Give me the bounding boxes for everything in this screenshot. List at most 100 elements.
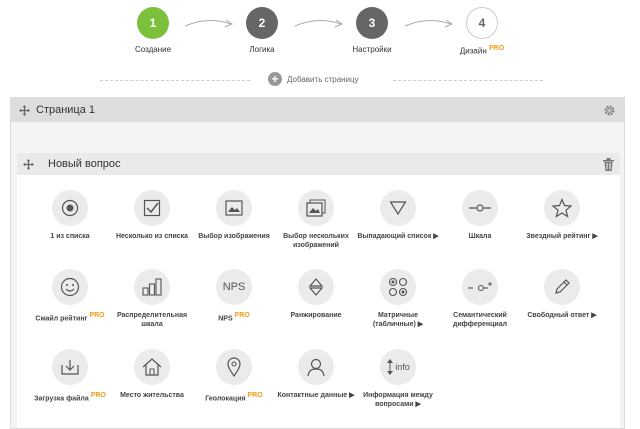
type-label: Матричные (табличные) ▶: [372, 312, 424, 328]
type-label: Выпадающий список ▶: [357, 233, 439, 240]
divider: [100, 80, 250, 81]
type-label: Семантический дифференциал: [452, 312, 508, 328]
pro-badge: PRO: [234, 312, 250, 319]
radio-icon: [61, 199, 79, 217]
bars-icon: [142, 278, 162, 296]
ranking-icon-wrap: [298, 269, 334, 305]
add-page-label: Добавить страницу: [287, 74, 359, 84]
type-residence[interactable]: Место жительства: [111, 349, 193, 400]
question-block: Новый вопрос 1 из списка Несколько из сп…: [17, 153, 620, 428]
pencil-icon: [555, 279, 570, 294]
home-icon-wrap: [134, 349, 170, 385]
type-label: Выбор изображения: [198, 233, 270, 240]
person-icon: [307, 358, 325, 377]
move-icon[interactable]: [19, 104, 30, 116]
type-label: 1 из списка: [50, 233, 90, 240]
bars-icon-wrap: [134, 269, 170, 305]
pro-badge: PRO: [247, 392, 263, 399]
upload-icon: [61, 360, 79, 375]
semantic-icon-wrap: [462, 269, 498, 305]
star-icon-wrap: [544, 190, 580, 226]
type-label: Распределительная шкала: [116, 312, 188, 328]
type-label: Свободный ответ ▶: [527, 312, 597, 319]
question-header: Новый вопрос: [17, 153, 620, 175]
images-icon: [306, 199, 326, 217]
divider: [393, 80, 543, 81]
step-design[interactable]: 4 Дизайн PRO: [432, 7, 532, 56]
trash-icon[interactable]: [603, 157, 614, 171]
matrix-icon-wrap: [380, 269, 416, 305]
type-star-rating[interactable]: Звездный рейтинг ▶: [521, 190, 603, 241]
step-number: 4: [466, 7, 498, 39]
person-icon-wrap: [298, 349, 334, 385]
type-label: Загрузка файла PRO: [34, 392, 106, 403]
pencil-icon-wrap: [544, 269, 580, 305]
plus-icon: +: [268, 72, 282, 86]
slider-icon: [469, 204, 491, 212]
type-label: Выбор нескольких изображений: [283, 233, 349, 249]
info-icon-text: info: [395, 362, 410, 372]
semantic-icon: [468, 282, 492, 292]
type-semantic-differential[interactable]: Семантический дифференциал: [439, 269, 521, 329]
type-image-choice[interactable]: Выбор изображения: [193, 190, 275, 241]
page-header: Страница 1: [11, 98, 624, 122]
checkbox-icon: [143, 199, 161, 217]
type-dropdown[interactable]: Выпадающий список ▶: [357, 190, 439, 241]
step-label: Дизайн PRO: [459, 45, 505, 56]
smiley-icon-wrap: [52, 269, 88, 305]
type-free-answer[interactable]: Свободный ответ ▶: [521, 269, 603, 320]
type-nps[interactable]: NPS NPS PRO: [193, 269, 275, 323]
type-single-choice[interactable]: 1 из списка: [29, 190, 111, 241]
ranking-icon: [308, 278, 324, 296]
step-label: Создание: [134, 45, 172, 54]
dropdown-icon-wrap: [380, 190, 416, 226]
add-page-button[interactable]: + Добавить страницу: [268, 72, 359, 86]
upload-icon-wrap: [52, 349, 88, 385]
type-multi-choice[interactable]: Несколько из списка: [111, 190, 193, 241]
add-page-row: + Добавить страницу: [0, 71, 640, 91]
type-file-upload[interactable]: Загрузка файла PRO: [29, 349, 111, 403]
type-scale[interactable]: Шкала: [439, 190, 521, 241]
type-contact-data[interactable]: Контактные данные ▶: [275, 349, 357, 400]
info-icon: info: [380, 349, 416, 385]
type-label: Несколько из списка: [115, 233, 189, 240]
type-info-between[interactable]: info Информация между вопросами ▶: [357, 349, 439, 409]
type-label: NPS PRO: [218, 312, 250, 323]
image-icon: [225, 200, 243, 216]
question-title: Новый вопрос: [48, 158, 121, 170]
type-smiley-rating[interactable]: Смайл рейтинг PRO: [29, 269, 111, 323]
pro-badge: PRO: [89, 312, 105, 319]
step-number: 3: [356, 7, 388, 39]
type-label: Шкала: [468, 233, 492, 240]
matrix-icon: [388, 277, 408, 297]
gear-icon[interactable]: [603, 104, 616, 117]
location-icon-wrap: [216, 349, 252, 385]
type-multi-image-choice[interactable]: Выбор нескольких изображений: [275, 190, 357, 250]
nps-icon: NPS: [216, 269, 252, 305]
pro-badge: PRO: [488, 45, 505, 52]
type-matrix[interactable]: Матричные (табличные) ▶: [357, 269, 439, 329]
move-icon[interactable]: [23, 158, 34, 170]
radio-icon-wrap: [52, 190, 88, 226]
slider-icon-wrap: [462, 190, 498, 226]
nps-icon-text: NPS: [222, 281, 246, 293]
checkbox-icon-wrap: [134, 190, 170, 226]
wizard-steps: 1 Создание 2 Логика 3 Настройки 4 Дизайн…: [0, 0, 640, 70]
type-label: Геолокация PRO: [205, 392, 263, 403]
step-number: 2: [246, 7, 278, 39]
step-number: 1: [137, 7, 169, 39]
star-icon: [552, 198, 572, 218]
type-label: Контактные данные ▶: [277, 392, 355, 399]
images-icon-wrap: [298, 190, 334, 226]
dropdown-icon: [389, 201, 407, 216]
type-label: Место жительства: [120, 392, 184, 399]
type-distribution-scale[interactable]: Распределительная шкала: [111, 269, 193, 329]
pro-badge: PRO: [90, 392, 106, 399]
type-label: Ранжирование: [290, 312, 342, 319]
type-geolocation[interactable]: Геолокация PRO: [193, 349, 275, 403]
type-label: Смайл рейтинг PRO: [35, 312, 105, 323]
type-ranking[interactable]: Ранжирование: [275, 269, 357, 320]
type-label: Информация между вопросами ▶: [363, 392, 433, 408]
step-label: Логика: [249, 45, 275, 54]
location-icon: [227, 357, 241, 377]
